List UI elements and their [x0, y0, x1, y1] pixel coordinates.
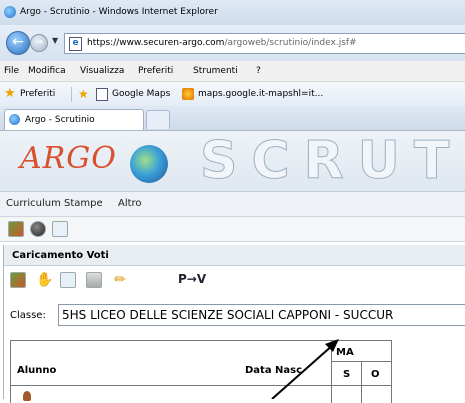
header-ma: MA	[336, 347, 354, 358]
menu-curriculum[interactable]: Curriculum	[6, 198, 61, 209]
back-button[interactable]: ←	[6, 31, 30, 55]
grid-divider	[331, 341, 332, 403]
add-favorite-icon[interactable]: ★	[78, 88, 90, 100]
browser-menu-bar: File Modifica Visualizza Preferiti Strum…	[0, 61, 465, 82]
menu-visualizza[interactable]: Visualizza	[80, 66, 124, 76]
url-domain: https://www.securen-argo.com	[87, 38, 225, 48]
header-data-nascita: Data Nasc	[245, 365, 303, 376]
navigation-bar: ← → ▼ e https://www.securen-argo.com/arg…	[0, 25, 465, 61]
favorites-star-icon: ★	[4, 86, 16, 101]
calendar-icon[interactable]	[60, 272, 76, 288]
history-dropdown-icon[interactable]: ▼	[52, 36, 58, 45]
maps-favicon-icon	[182, 88, 194, 100]
header-s: S	[343, 369, 351, 380]
forward-button[interactable]: →	[30, 34, 48, 52]
calendar-icon[interactable]	[52, 221, 68, 237]
favorites-separator	[71, 87, 72, 102]
menu-altro[interactable]: Altro	[118, 198, 142, 209]
url-text: https://www.securen-argo.com/argoweb/scr…	[87, 38, 357, 48]
header-o: O	[371, 369, 380, 380]
hand-icon[interactable]: ✋	[36, 272, 53, 288]
classe-row: Classe: 5HS LICEO DELLE SCIENZE SOCIALI …	[4, 301, 465, 327]
tab-label: Argo - Scrutinio	[25, 115, 95, 125]
exit-icon[interactable]	[10, 272, 26, 288]
page-icon: e	[69, 37, 82, 51]
student-icon	[23, 391, 31, 401]
app-toolbar	[0, 217, 465, 242]
proposte-voti-button[interactable]: P→V	[178, 272, 206, 286]
caricamento-voti-panel: Caricamento Voti ✋ ✏ P→V Classe: 5HS LIC…	[3, 245, 465, 403]
panel-toolbar: ✋ ✏ P→V	[4, 267, 465, 293]
url-path: /argoweb/scrutinio/index.jsf#	[224, 38, 357, 48]
menu-file[interactable]: File	[4, 66, 19, 76]
app-banner: ARGO SCRUTI	[0, 131, 465, 192]
tab-bar: Argo - Scrutinio	[0, 106, 465, 131]
header-alunno: Alunno	[17, 365, 57, 376]
google-maps-page-icon	[96, 88, 108, 101]
argo-logo: ARGO	[20, 141, 117, 176]
menu-help[interactable]: ?	[256, 66, 261, 76]
exit-icon[interactable]	[8, 221, 24, 237]
app-menu-bar: Curriculum Stampe Altro	[0, 192, 465, 217]
favorite-link-maps[interactable]: maps.google.it-mapshl=it...	[198, 89, 323, 99]
menu-preferiti[interactable]: Preferiti	[138, 66, 173, 76]
globe-icon	[130, 145, 168, 183]
favorite-link-google-maps[interactable]: Google Maps	[112, 89, 170, 99]
ie-tab-icon	[9, 114, 20, 125]
new-tab-button[interactable]	[146, 110, 170, 129]
panel-header: Caricamento Voti	[4, 245, 465, 266]
favorites-bar: ★ Preferiti ★ Google Maps maps.google.it…	[0, 82, 465, 106]
window-title-bar: Argo - Scrutinio - Windows Internet Expl…	[0, 0, 465, 25]
tab-argo-scrutinio[interactable]: Argo - Scrutinio	[4, 109, 144, 130]
ball-icon[interactable]	[30, 221, 46, 237]
panel-title: Caricamento Voti	[12, 250, 109, 261]
banner-title: SCRUTI	[200, 131, 465, 191]
grid-divider	[11, 385, 391, 386]
address-bar[interactable]: e https://www.securen-argo.com/argoweb/s…	[64, 33, 465, 54]
classe-select[interactable]: 5HS LICEO DELLE SCIENZE SOCIALI CAPPONI …	[58, 304, 465, 326]
pencil-icon[interactable]: ✏	[112, 272, 128, 288]
menu-modifica[interactable]: Modifica	[28, 66, 66, 76]
menu-strumenti[interactable]: Strumenti	[193, 66, 238, 76]
favorites-button[interactable]: Preferiti	[20, 89, 55, 99]
voti-grid: Alunno Data Nasc MA S O	[10, 340, 392, 403]
classe-label: Classe:	[10, 310, 46, 321]
ie-icon	[4, 6, 16, 18]
printer-icon[interactable]	[86, 272, 102, 288]
menu-stampe[interactable]: Stampe	[64, 198, 103, 209]
window-title: Argo - Scrutinio - Windows Internet Expl…	[20, 7, 218, 17]
grid-divider	[361, 361, 362, 403]
